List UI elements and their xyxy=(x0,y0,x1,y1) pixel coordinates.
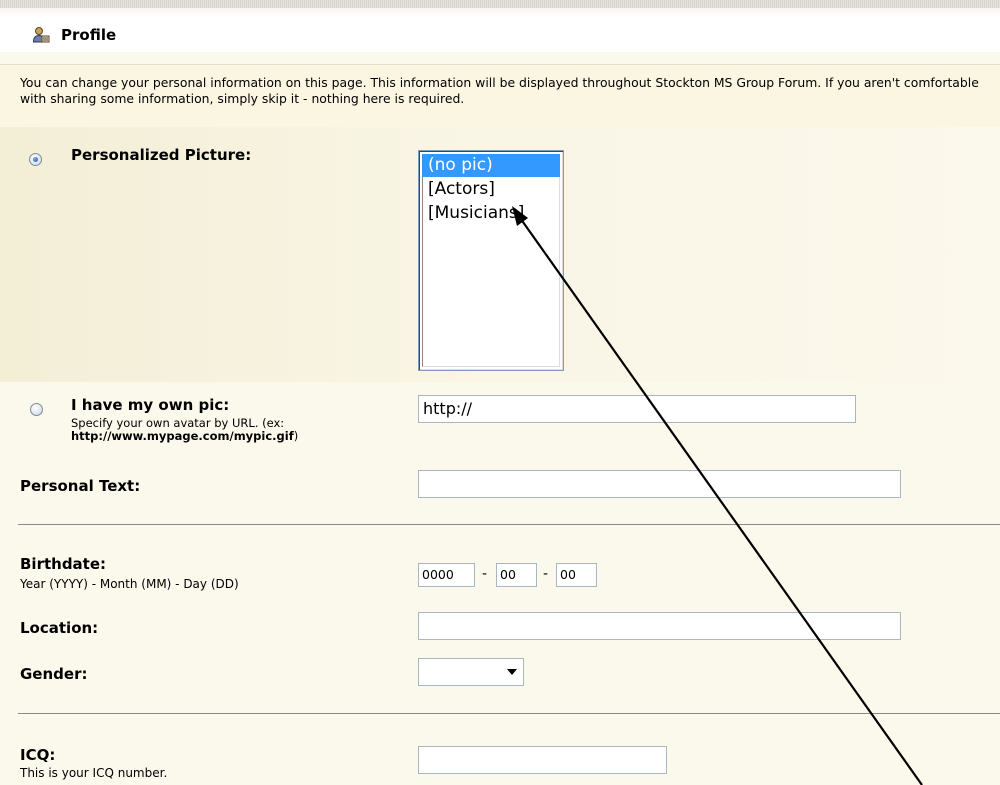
own-pic-hint-example: http://www.mypage.com/mypic.gif xyxy=(71,429,294,443)
icq-hint: This is your ICQ number. xyxy=(20,766,168,780)
personalized-picture-radio[interactable] xyxy=(29,153,42,166)
profile-header: Profile xyxy=(0,0,1000,52)
gender-label: Gender: xyxy=(20,665,88,683)
profile-page: Profile You can change your personal inf… xyxy=(0,0,1000,785)
personalized-picture-label: Personalized Picture: xyxy=(71,146,252,164)
birthdate-separator: - xyxy=(482,566,488,582)
personal-text-label: Personal Text: xyxy=(20,477,141,495)
section-divider xyxy=(18,713,1000,714)
chevron-down-icon xyxy=(507,669,517,675)
icq-label: ICQ: xyxy=(20,746,56,764)
birth-day-input[interactable]: 00 xyxy=(556,563,597,587)
gender-select[interactable] xyxy=(418,658,524,686)
avatar-option-no-pic[interactable]: (no pic) xyxy=(422,154,560,177)
own-pic-hint: Specify your own avatar by URL. (ex: htt… xyxy=(71,417,298,443)
own-pic-radio[interactable] xyxy=(30,403,43,416)
own-pic-label: I have my own pic: xyxy=(71,396,230,414)
own-pic-hint-suffix: ) xyxy=(293,429,299,443)
own-pic-hint-prefix: Specify your own avatar by URL. (ex: xyxy=(71,416,285,430)
user-profile-icon xyxy=(32,27,50,43)
avatar-gallery-listbox[interactable]: (no pic) [Actors] [Musicians] xyxy=(418,150,564,371)
birthdate-hint: Year (YYYY) - Month (MM) - Day (DD) xyxy=(20,577,239,591)
intro-text: You can change your personal information… xyxy=(20,75,979,106)
header-top-border xyxy=(0,0,1000,8)
avatar-option-actors[interactable]: [Actors] xyxy=(422,178,560,201)
birth-year-input[interactable]: 0000 xyxy=(418,563,475,587)
location-input[interactable] xyxy=(418,612,901,640)
birth-month-input[interactable]: 00 xyxy=(496,563,537,587)
section-divider xyxy=(18,524,1000,525)
birthdate-separator: - xyxy=(543,566,549,582)
birthdate-label: Birthdate: xyxy=(20,555,107,573)
avatar-option-musicians[interactable]: [Musicians] xyxy=(422,202,560,225)
avatar-url-input[interactable]: http:// xyxy=(418,395,856,423)
page-title: Profile xyxy=(61,26,117,44)
personal-text-input[interactable] xyxy=(418,470,901,498)
location-label: Location: xyxy=(20,619,99,637)
icq-input[interactable] xyxy=(418,746,667,774)
intro-panel: You can change your personal information… xyxy=(0,64,1000,128)
